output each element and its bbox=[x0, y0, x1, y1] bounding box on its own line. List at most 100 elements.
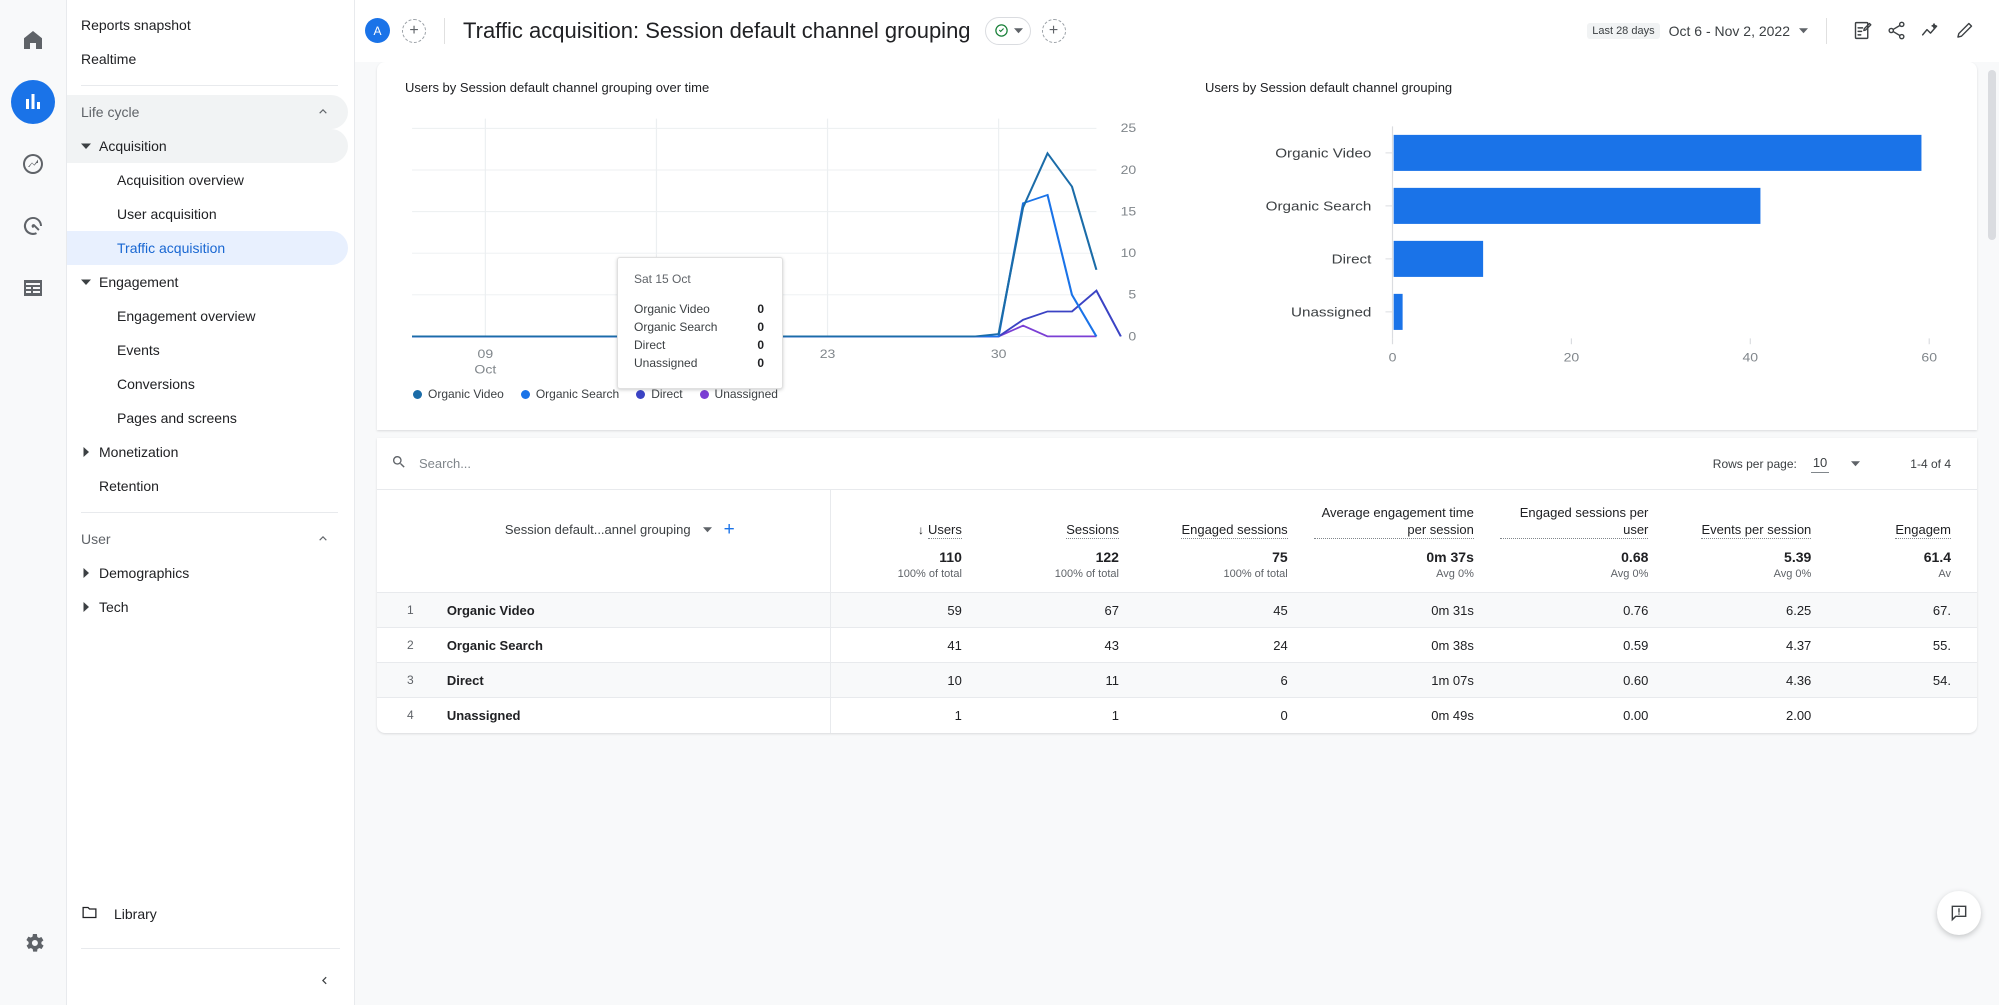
chevron-down-icon[interactable] bbox=[1799, 26, 1808, 35]
tooltip-row: Organic Video 0 bbox=[634, 302, 764, 316]
sidebar-item-reports-snapshot[interactable]: Reports snapshot bbox=[67, 8, 348, 42]
row-cell bbox=[1837, 697, 1977, 733]
rows-per-page-control: Rows per page: 10 1-4 of 4 bbox=[1713, 455, 1951, 473]
dimension-selector[interactable]: Session default...annel grouping + bbox=[447, 490, 831, 549]
sidebar-item-acquisition-overview[interactable]: Acquisition overview bbox=[67, 163, 348, 197]
line-chart-title: Users by Session default channel groupin… bbox=[405, 80, 710, 95]
line-chart-plot[interactable]: 051015202509Oct162330 Sat 15 Oct Organic… bbox=[405, 105, 1155, 389]
row-cell: 24 bbox=[1144, 627, 1314, 663]
sidebar-item-monetization[interactable]: Monetization bbox=[67, 435, 348, 469]
table-row[interactable]: 4 Unassigned 1 1 0 0m 49s 0.00 2.00 bbox=[377, 697, 1977, 733]
chevron-up-icon bbox=[316, 531, 330, 548]
sidebar-item-demographics[interactable]: Demographics bbox=[67, 556, 348, 590]
reports-icon[interactable] bbox=[11, 80, 55, 124]
column-header-users[interactable]: ↓ Users bbox=[830, 490, 988, 549]
svg-text:Unassigned: Unassigned bbox=[1291, 305, 1371, 319]
totals-cell: 61.4 Av bbox=[1837, 549, 1977, 593]
row-dimension[interactable]: Direct bbox=[446, 662, 831, 698]
pagination-range: 1-4 of 4 bbox=[1910, 456, 1951, 471]
edit-icon[interactable] bbox=[1947, 14, 1981, 48]
sidebar-item-traffic-acquisition[interactable]: Traffic acquisition bbox=[67, 231, 348, 265]
avatar[interactable]: A bbox=[365, 18, 390, 43]
table-header-row: Session default...annel grouping + ↓ User… bbox=[377, 490, 1977, 549]
table-row[interactable]: 2 Organic Search 41 43 24 0m 38s 0.59 4.… bbox=[377, 627, 1977, 663]
row-dimension[interactable]: Organic Video bbox=[446, 592, 831, 628]
sidebar-item-conversions[interactable]: Conversions bbox=[67, 367, 348, 401]
column-header-events-per-session[interactable]: Events per session bbox=[1674, 490, 1837, 549]
search-input[interactable]: Search... bbox=[391, 454, 1713, 473]
sidebar-item-label: Engagement overview bbox=[117, 308, 256, 324]
sidebar-section-label: Life cycle bbox=[81, 104, 140, 120]
sidebar-section-label: User bbox=[81, 531, 111, 547]
svg-text:20: 20 bbox=[1121, 163, 1137, 177]
legend-item-organic-video[interactable]: Organic Video bbox=[413, 387, 504, 401]
add-comparison-button[interactable]: + bbox=[402, 18, 426, 43]
configure-icon[interactable] bbox=[11, 266, 55, 310]
add-dimension-button[interactable]: + bbox=[724, 520, 735, 539]
page-scrollbar[interactable] bbox=[1988, 70, 1996, 240]
date-range-badge: Last 28 days bbox=[1587, 22, 1660, 39]
sidebar-item-retention[interactable]: Retention bbox=[67, 469, 348, 503]
totals-subtext: 100% of total bbox=[1054, 568, 1119, 580]
totals-subtext: 100% of total bbox=[1223, 568, 1288, 580]
insights-icon[interactable] bbox=[1845, 14, 1879, 48]
advertising-icon[interactable] bbox=[11, 204, 55, 248]
legend-item-direct[interactable]: Direct bbox=[636, 387, 683, 401]
tooltip-row-value: 0 bbox=[757, 302, 764, 316]
collapse-nav-button[interactable] bbox=[317, 973, 332, 991]
sidebar-item-pages-and-screens[interactable]: Pages and screens bbox=[67, 401, 348, 435]
bar-direct[interactable] bbox=[1393, 240, 1484, 277]
row-dimension[interactable]: Unassigned bbox=[446, 697, 831, 733]
svg-text:25: 25 bbox=[1121, 121, 1137, 135]
legend-swatch bbox=[699, 389, 709, 399]
row-cell: 55. bbox=[1837, 627, 1977, 663]
svg-text:Direct: Direct bbox=[1332, 252, 1372, 266]
column-header-sessions[interactable]: Sessions bbox=[988, 490, 1145, 549]
sidebar-section-life-cycle[interactable]: Life cycle bbox=[67, 95, 348, 129]
legend-label: Unassigned bbox=[714, 387, 778, 401]
table-row[interactable]: 3 Direct 10 11 6 1m 07s 0.60 4.36 54. bbox=[377, 662, 1977, 698]
sidebar-divider bbox=[81, 85, 338, 86]
chevron-down-icon[interactable] bbox=[702, 525, 712, 534]
sidebar-item-realtime[interactable]: Realtime bbox=[67, 42, 348, 76]
totals-value: 0m 37s bbox=[1426, 549, 1474, 565]
share-icon[interactable] bbox=[1879, 14, 1913, 48]
explore-icon[interactable] bbox=[11, 142, 55, 186]
row-cell: 67 bbox=[987, 592, 1145, 628]
date-range-picker[interactable]: Oct 6 - Nov 2, 2022 bbox=[1669, 23, 1790, 39]
bar-chart-plot[interactable]: Organic Video Organic Search Direct Unassig… bbox=[1205, 105, 1955, 387]
add-chip-button[interactable]: + bbox=[1041, 18, 1066, 43]
sidebar-item-label: Events bbox=[117, 342, 160, 358]
sidebar-item-tech[interactable]: Tech bbox=[67, 590, 348, 624]
send-feedback-button[interactable] bbox=[1937, 891, 1981, 935]
chevron-down-icon[interactable] bbox=[1851, 459, 1861, 468]
bar-organic-video[interactable] bbox=[1393, 134, 1922, 171]
column-header-engagement-rate[interactable]: Engagem bbox=[1837, 490, 1977, 549]
sidebar-item-acquisition[interactable]: Acquisition bbox=[67, 129, 348, 163]
sidebar-item-user-acquisition[interactable]: User acquisition bbox=[67, 197, 348, 231]
compare-icon[interactable] bbox=[1913, 14, 1947, 48]
divider bbox=[444, 17, 445, 44]
table-row[interactable]: 1 Organic Video 59 67 45 0m 31s 0.76 6.2… bbox=[377, 592, 1977, 628]
column-header-avg-engagement-time[interactable]: Average engagement time per session bbox=[1313, 490, 1500, 549]
row-dimension[interactable]: Organic Search bbox=[446, 627, 831, 663]
bar-unassigned[interactable] bbox=[1393, 293, 1403, 330]
legend-item-unassigned[interactable]: Unassigned bbox=[699, 387, 778, 401]
bar-organic-search[interactable] bbox=[1393, 187, 1761, 224]
sidebar-section-user[interactable]: User bbox=[67, 522, 348, 556]
home-icon[interactable] bbox=[11, 18, 55, 62]
column-header-engaged-sessions-per-user[interactable]: Engaged sessions per user bbox=[1499, 490, 1675, 549]
analytics-app: Reports snapshot Realtime Life cycle Acq… bbox=[0, 0, 1999, 1005]
rows-per-page-value[interactable]: 10 bbox=[1810, 455, 1830, 473]
settings-gear-icon[interactable] bbox=[12, 921, 56, 965]
totals-cell: 122 100% of total bbox=[988, 549, 1145, 593]
sidebar-item-engagement[interactable]: Engagement bbox=[67, 265, 348, 299]
sidebar-item-library[interactable]: Library bbox=[67, 897, 354, 931]
sidebar-item-events[interactable]: Events bbox=[67, 333, 348, 367]
row-cell: 2.00 bbox=[1674, 697, 1838, 733]
feedback-icon bbox=[1951, 905, 1967, 922]
sidebar-item-engagement-overview[interactable]: Engagement overview bbox=[67, 299, 348, 333]
legend-item-organic-search[interactable]: Organic Search bbox=[520, 387, 619, 401]
comparison-status-chip[interactable] bbox=[984, 16, 1031, 45]
column-header-engaged-sessions[interactable]: Engaged sessions bbox=[1145, 490, 1314, 549]
